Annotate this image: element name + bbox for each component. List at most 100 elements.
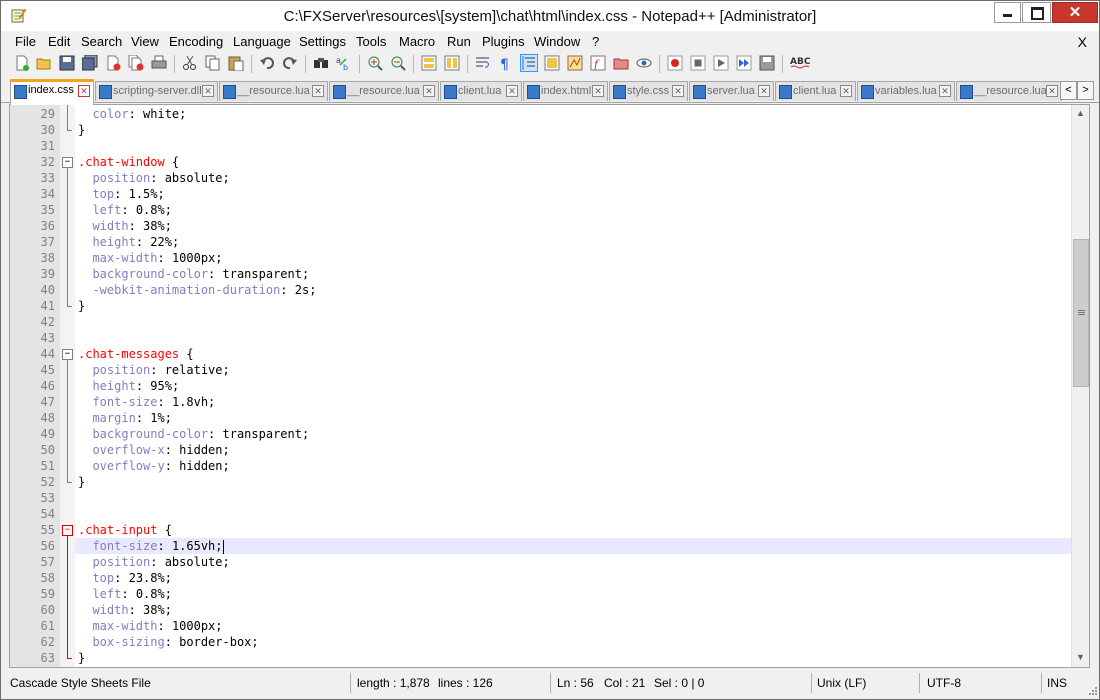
save-all-icon[interactable] bbox=[82, 55, 98, 71]
code-line[interactable]: left: 0.8%; bbox=[75, 586, 1071, 602]
copy-icon[interactable] bbox=[205, 55, 221, 71]
tab-index-html[interactable]: index.html ✕ bbox=[523, 81, 608, 101]
playback-macro-icon[interactable] bbox=[713, 55, 729, 71]
code-line[interactable]: overflow-y: hidden; bbox=[75, 458, 1071, 474]
scrollbar-thumb[interactable] bbox=[1073, 239, 1089, 387]
zoom-out-icon[interactable] bbox=[390, 55, 406, 71]
save-icon[interactable] bbox=[59, 55, 75, 71]
code-line[interactable]: } bbox=[75, 474, 1071, 490]
tab-close-icon[interactable]: ✕ bbox=[758, 85, 770, 97]
tab-resource-lua-3[interactable]: __resource.lua ✕ bbox=[956, 81, 1062, 101]
code-line[interactable]: .chat-input { bbox=[75, 522, 1071, 538]
open-file-icon[interactable] bbox=[36, 55, 52, 71]
show-all-chars-icon[interactable]: ¶ bbox=[498, 55, 514, 71]
paste-icon[interactable] bbox=[228, 55, 244, 71]
vertical-scrollbar[interactable]: ▲ ▼ bbox=[1071, 105, 1089, 667]
undo-icon[interactable] bbox=[259, 55, 275, 71]
code-line[interactable]: width: 38%; bbox=[75, 218, 1071, 234]
fold-margin[interactable]: − − − bbox=[60, 105, 75, 667]
menu-encoding[interactable]: Encoding bbox=[169, 34, 223, 49]
menu-window[interactable]: Window bbox=[534, 34, 580, 49]
code-line[interactable] bbox=[75, 330, 1071, 346]
code-line[interactable]: width: 38%; bbox=[75, 602, 1071, 618]
close-window-button[interactable]: ✕ bbox=[1052, 2, 1098, 23]
tab-close-icon[interactable]: ✕ bbox=[1046, 85, 1058, 97]
code-line[interactable]: position: absolute; bbox=[75, 170, 1071, 186]
status-encoding[interactable]: UTF-8 bbox=[927, 676, 961, 690]
status-eol-format[interactable]: Unix (LF) bbox=[817, 676, 866, 690]
tab-scroll-right-button[interactable]: > bbox=[1077, 81, 1094, 100]
save-macro-icon[interactable] bbox=[759, 55, 775, 71]
menu-view[interactable]: View bbox=[131, 34, 159, 49]
code-line[interactable]: font-size: 1.65vh; bbox=[75, 538, 1071, 554]
cut-icon[interactable] bbox=[182, 55, 198, 71]
tab-style-css[interactable]: style.css ✕ bbox=[609, 81, 688, 101]
code-line[interactable]: position: relative; bbox=[75, 362, 1071, 378]
spell-check-icon[interactable]: ABC bbox=[790, 55, 810, 71]
find-icon[interactable] bbox=[313, 55, 329, 71]
code-line[interactable]: font-size: 1.8vh; bbox=[75, 394, 1071, 410]
zoom-in-icon[interactable] bbox=[367, 55, 383, 71]
code-line[interactable]: left: 0.8%; bbox=[75, 202, 1071, 218]
code-line[interactable]: } bbox=[75, 298, 1071, 314]
code-line[interactable]: top: 23.8%; bbox=[75, 570, 1071, 586]
close-all-icon[interactable] bbox=[128, 55, 144, 71]
menu-file[interactable]: File bbox=[15, 34, 36, 49]
maximize-button[interactable] bbox=[1022, 2, 1051, 23]
indent-guide-icon[interactable] bbox=[520, 54, 538, 72]
tab-close-icon[interactable]: ✕ bbox=[506, 85, 518, 97]
code-line[interactable]: } bbox=[75, 122, 1071, 138]
code-line[interactable]: box-sizing: border-box; bbox=[75, 634, 1071, 650]
code-line[interactable]: max-width: 1000px; bbox=[75, 250, 1071, 266]
code-line[interactable]: } bbox=[75, 650, 1071, 666]
scroll-down-button[interactable]: ▼ bbox=[1073, 650, 1088, 665]
menu-run[interactable]: Run bbox=[447, 34, 471, 49]
code-line[interactable]: .chat-messages { bbox=[75, 346, 1071, 362]
close-file-icon[interactable] bbox=[105, 55, 121, 71]
user-defined-language-icon[interactable] bbox=[544, 55, 560, 71]
code-line[interactable]: .chat-window { bbox=[75, 154, 1071, 170]
code-editor[interactable]: 29 30 31 32 33 34 35 36 37 38 39 40 41 42 43 44 45 46 47 48… bbox=[9, 104, 1090, 668]
code-line[interactable]: margin: 1%; bbox=[75, 410, 1071, 426]
run-macro-multiple-icon[interactable] bbox=[736, 55, 752, 71]
word-wrap-icon[interactable] bbox=[475, 55, 491, 71]
sync-vertical-icon[interactable] bbox=[421, 55, 437, 71]
tab-close-icon[interactable]: ✕ bbox=[840, 85, 852, 97]
code-area[interactable]: color: white;} .chat-window { position: a… bbox=[75, 105, 1071, 667]
tab-server-lua[interactable]: server.lua ✕ bbox=[689, 81, 774, 101]
menu-macro[interactable]: Macro bbox=[399, 34, 435, 49]
tab-resource-lua[interactable]: __resource.lua ✕ bbox=[219, 81, 328, 101]
code-line[interactable]: overflow-x: hidden; bbox=[75, 442, 1071, 458]
tab-scripting-server-dll[interactable]: scripting-server.dll ✕ bbox=[95, 81, 218, 101]
tab-scroll-left-button[interactable]: < bbox=[1060, 81, 1077, 100]
code-line[interactable]: height: 95%; bbox=[75, 378, 1071, 394]
menu-plugins[interactable]: Plugins bbox=[482, 34, 525, 49]
status-insert-mode[interactable]: INS bbox=[1047, 676, 1067, 690]
tab-close-icon[interactable]: ✕ bbox=[202, 85, 214, 97]
redo-icon[interactable] bbox=[282, 55, 298, 71]
tab-close-icon[interactable]: ✕ bbox=[423, 85, 435, 97]
code-line[interactable] bbox=[75, 490, 1071, 506]
code-line[interactable]: background-color: transparent; bbox=[75, 426, 1071, 442]
menu-edit[interactable]: Edit bbox=[48, 34, 70, 49]
code-line[interactable]: -webkit-animation-duration: 2s; bbox=[75, 282, 1071, 298]
minimize-button[interactable] bbox=[994, 2, 1021, 23]
tab-index-css[interactable]: index.css ✕ bbox=[10, 79, 94, 105]
tab-close-icon[interactable]: ✕ bbox=[78, 85, 90, 97]
code-line[interactable]: height: 22%; bbox=[75, 234, 1071, 250]
new-file-icon[interactable] bbox=[14, 55, 30, 71]
tab-close-icon[interactable]: ✕ bbox=[592, 85, 604, 97]
folder-as-workspace-icon[interactable] bbox=[613, 55, 629, 71]
code-line[interactable]: max-width: 1000px; bbox=[75, 618, 1071, 634]
code-line[interactable]: color: white; bbox=[75, 106, 1071, 122]
scroll-up-button[interactable]: ▲ bbox=[1073, 106, 1088, 121]
menu-search[interactable]: Search bbox=[81, 34, 122, 49]
code-line[interactable]: position: absolute; bbox=[75, 554, 1071, 570]
code-line[interactable] bbox=[75, 138, 1071, 154]
monitoring-icon[interactable] bbox=[636, 55, 652, 71]
menu-help[interactable]: ? bbox=[592, 34, 599, 49]
replace-icon[interactable]: ab bbox=[336, 55, 352, 71]
record-macro-icon[interactable] bbox=[667, 55, 683, 71]
tab-close-icon[interactable]: ✕ bbox=[939, 85, 951, 97]
tab-close-icon[interactable]: ✕ bbox=[672, 85, 684, 97]
